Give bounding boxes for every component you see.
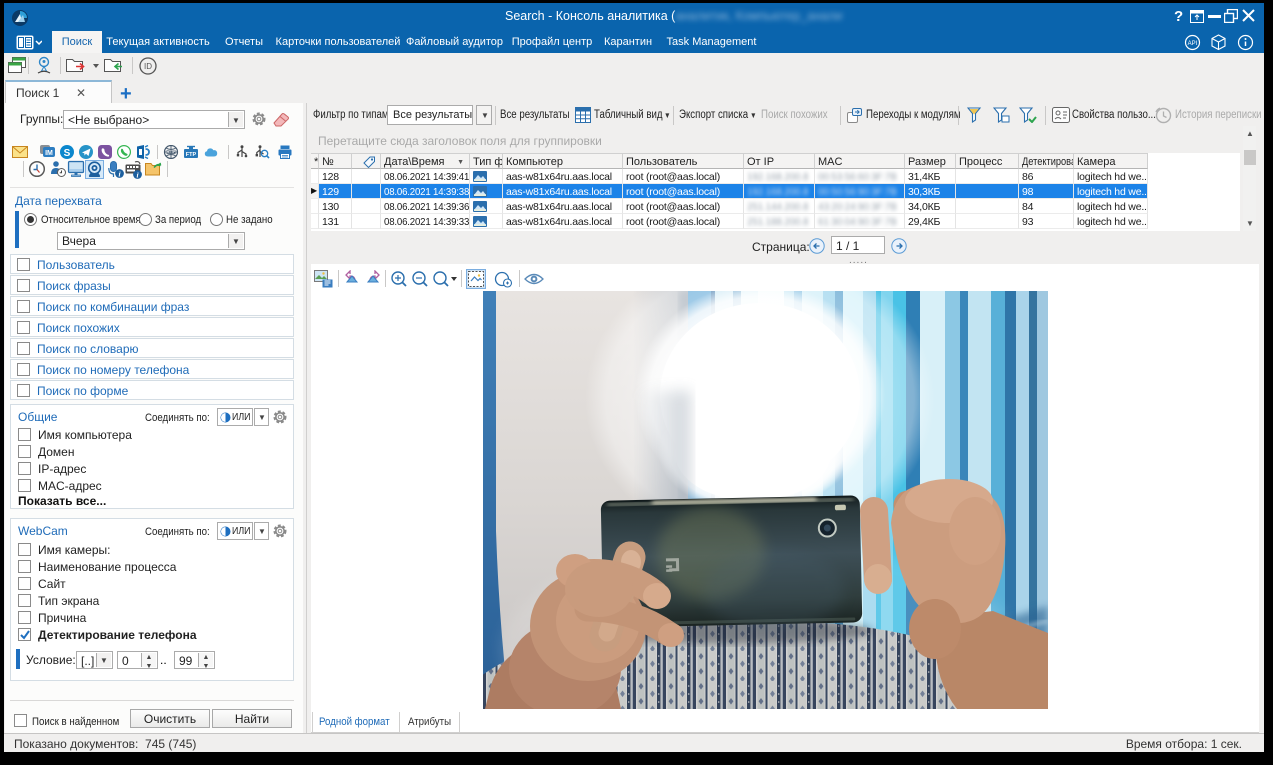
svg-text:API: API: [1188, 41, 1198, 47]
svg-text:HTTP: HTTP: [167, 150, 177, 154]
svg-text:IM: IM: [45, 150, 53, 157]
svg-text:S: S: [64, 148, 71, 159]
svg-text:FTP: FTP: [186, 152, 197, 158]
svg-text:ID: ID: [144, 62, 152, 71]
